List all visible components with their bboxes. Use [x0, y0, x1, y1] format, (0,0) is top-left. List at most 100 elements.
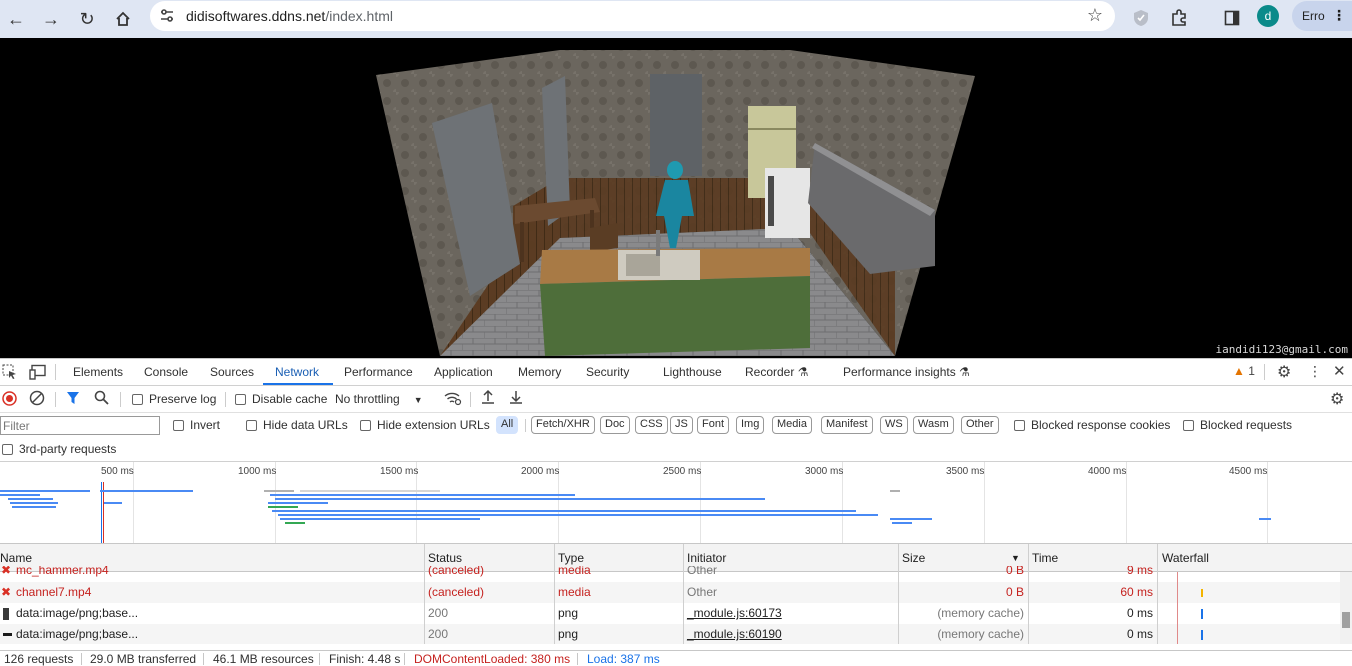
table-row[interactable]: data:image/png;base... 200 png _module.j… — [0, 603, 1340, 624]
type-filter-manifest[interactable]: Manifest — [821, 416, 873, 434]
tab-security[interactable]: Security — [586, 365, 629, 379]
address-bar[interactable]: didisoftwares.ddns.net/index.html ☆ — [150, 1, 1115, 31]
tab-application[interactable]: Application — [434, 365, 493, 379]
tab-network[interactable]: Network — [275, 365, 319, 379]
tab-performance-insights[interactable]: Performance insights ⚗ — [843, 365, 970, 379]
error-menu-button[interactable]: Erro ⋮ — [1292, 1, 1352, 31]
table-scrollbar[interactable] — [1340, 572, 1352, 644]
type-filter-all[interactable]: All — [496, 416, 519, 434]
request-bar — [278, 514, 878, 516]
webgl-canvas[interactable]: iandidi123@gmail.com — [0, 38, 1352, 358]
type-filter-other[interactable]: Other — [961, 416, 999, 434]
hide-extension-urls-checkbox[interactable] — [360, 420, 371, 431]
filter-input[interactable] — [0, 416, 160, 435]
shield-extension-icon[interactable] — [1127, 4, 1155, 32]
column-header-name[interactable]: Name — [0, 551, 32, 565]
network-conditions-icon[interactable] — [444, 390, 462, 409]
search-icon[interactable] — [94, 390, 109, 408]
column-header-waterfall[interactable]: Waterfall — [1162, 551, 1209, 565]
scrollbar-thumb[interactable] — [1342, 612, 1350, 628]
column-divider[interactable] — [898, 544, 899, 644]
profile-avatar[interactable]: d — [1257, 5, 1279, 27]
request-name: data:image/png;base... — [16, 606, 139, 620]
type-filter-doc[interactable]: Doc — [600, 416, 630, 434]
network-overview-timeline[interactable]: 500 ms 1000 ms 1500 ms 2000 ms 2500 ms 3… — [0, 462, 1352, 544]
more-options-icon[interactable]: ⋮ — [1308, 363, 1322, 380]
table-row[interactable]: ✖ mc_hammer.mp4 (canceled) media Other 0… — [0, 566, 1340, 582]
request-table: Name Status Type Initiator Size ▼ Time W… — [0, 544, 1352, 644]
home-icon[interactable] — [108, 4, 138, 34]
column-header-size[interactable]: Size — [902, 551, 925, 565]
type-filter-js[interactable]: JS — [670, 416, 693, 434]
type-filter-media[interactable]: Media — [772, 416, 812, 434]
close-devtools-icon[interactable]: ✕ — [1333, 362, 1346, 380]
request-status: 200 — [428, 606, 449, 620]
reload-icon[interactable]: ↻ — [72, 4, 102, 34]
preserve-log-checkbox[interactable] — [132, 394, 143, 405]
side-panel-icon[interactable] — [1218, 4, 1246, 32]
request-bar — [0, 494, 40, 496]
tab-recorder[interactable]: Recorder ⚗ — [745, 365, 808, 379]
site-info-icon[interactable] — [158, 7, 176, 25]
waterfall-load-line — [1177, 572, 1178, 644]
throttling-select[interactable]: No throttling ▼ — [335, 392, 423, 406]
invert-checkbox[interactable] — [173, 420, 184, 431]
request-type: media — [558, 566, 591, 577]
tab-elements[interactable]: Elements — [73, 365, 123, 379]
inspect-element-icon[interactable] — [2, 364, 18, 383]
clear-log-icon[interactable] — [29, 390, 45, 409]
back-arrow-icon[interactable]: ← — [1, 4, 31, 34]
url-text[interactable]: didisoftwares.ddns.net/index.html — [186, 8, 393, 24]
disable-cache-label: Disable cache — [252, 392, 328, 406]
type-filter-fetch-xhr[interactable]: Fetch/XHR — [531, 416, 595, 434]
request-bar — [264, 490, 294, 492]
type-filter-wasm[interactable]: Wasm — [913, 416, 954, 434]
column-divider[interactable] — [683, 544, 684, 644]
request-name: data:image/png;base... — [16, 627, 139, 641]
request-initiator-link[interactable]: _module.js:60173 — [687, 606, 782, 620]
tab-console[interactable]: Console — [144, 365, 188, 379]
column-header-initiator[interactable]: Initiator — [687, 551, 726, 565]
settings-gear-icon[interactable]: ⚙ — [1277, 362, 1291, 382]
type-filter-css[interactable]: CSS — [635, 416, 668, 434]
warnings-counter[interactable]: ▲ 1 — [1233, 364, 1255, 378]
overview-tick-label: 3000 ms — [805, 466, 844, 477]
table-row[interactable]: data:image/png;base... 200 png _module.j… — [0, 624, 1340, 644]
type-filter-font[interactable]: Font — [697, 416, 730, 434]
table-row[interactable]: ✖ channel7.mp4 (canceled) media Other 0 … — [0, 582, 1340, 603]
hide-data-urls-checkbox[interactable] — [246, 420, 257, 431]
tab-performance[interactable]: Performance — [344, 365, 413, 379]
column-divider[interactable] — [1157, 544, 1158, 644]
tab-sources[interactable]: Sources — [210, 365, 254, 379]
blocked-requests-checkbox[interactable] — [1183, 420, 1194, 431]
column-header-time[interactable]: Time — [1032, 551, 1058, 565]
disable-cache-checkbox[interactable] — [235, 394, 246, 405]
request-bar — [280, 518, 480, 520]
third-party-requests-checkbox[interactable] — [2, 444, 13, 455]
export-har-icon[interactable] — [509, 389, 523, 408]
column-header-type[interactable]: Type — [558, 551, 584, 565]
bookmark-star-icon[interactable]: ☆ — [1087, 5, 1103, 26]
request-size: (memory cache) — [937, 606, 1024, 620]
active-tab-indicator — [263, 383, 333, 385]
request-initiator-link[interactable]: _module.js:60190 — [687, 627, 782, 641]
device-toolbar-icon[interactable] — [29, 364, 47, 383]
type-filter-img[interactable]: Img — [736, 416, 765, 434]
blocked-response-cookies-checkbox[interactable] — [1014, 420, 1025, 431]
forward-arrow-icon[interactable]: → — [36, 4, 66, 34]
filter-funnel-icon[interactable] — [66, 391, 80, 408]
column-divider[interactable] — [1028, 544, 1029, 644]
tab-memory[interactable]: Memory — [518, 365, 561, 379]
column-divider[interactable] — [554, 544, 555, 644]
column-header-status[interactable]: Status — [428, 551, 462, 565]
import-har-icon[interactable] — [481, 389, 495, 408]
puzzle-extensions-icon[interactable] — [1165, 4, 1193, 32]
tab-lighthouse[interactable]: Lighthouse — [663, 365, 722, 379]
browser-toolbar: ← → ↻ didisoftwares.ddns.net/index.html … — [0, 0, 1352, 38]
request-status: (canceled) — [428, 566, 485, 577]
type-filter-ws[interactable]: WS — [880, 416, 908, 434]
network-settings-gear-icon[interactable]: ⚙ — [1330, 389, 1344, 409]
record-stop-icon[interactable] — [2, 391, 17, 409]
request-bar — [285, 522, 305, 524]
column-divider[interactable] — [424, 544, 425, 644]
